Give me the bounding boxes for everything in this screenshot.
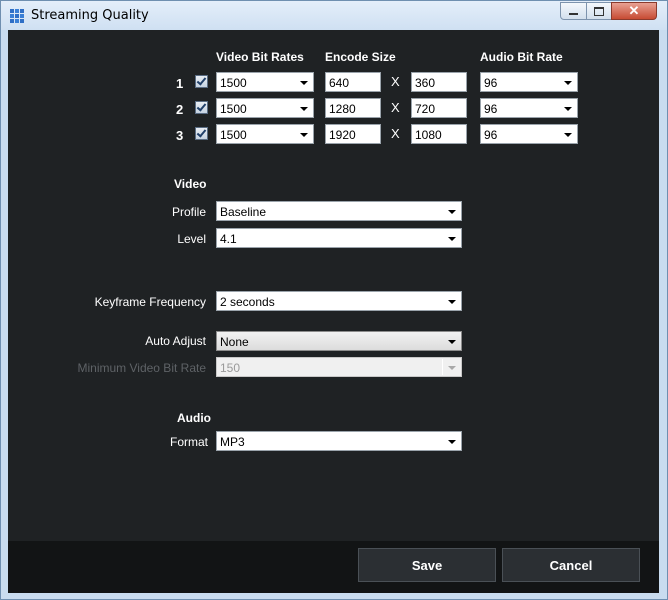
chevron-down-icon	[448, 210, 456, 214]
format-select[interactable]: MP3	[216, 431, 462, 451]
stream-1-height-input[interactable]: 360	[411, 72, 467, 92]
size-separator: X	[391, 74, 400, 89]
stream-2-enabled-checkbox[interactable]	[195, 101, 208, 114]
stream-1-video-bit-rate-select[interactable]: 1500	[216, 72, 314, 92]
format-label: Format	[169, 435, 208, 449]
maximize-icon	[594, 6, 604, 16]
stream-3-width-input[interactable]: 1920	[325, 124, 381, 144]
chevron-down-icon	[448, 366, 456, 370]
stream-3-height-input[interactable]: 1080	[411, 124, 467, 144]
min-video-bit-rate-label: Minimum Video Bit Rate	[77, 361, 207, 375]
close-icon: ✕	[628, 3, 640, 18]
chevron-down-icon	[300, 133, 308, 137]
chevron-down-icon	[564, 107, 572, 111]
minimize-icon	[569, 13, 578, 15]
stream-2-height-input[interactable]: 720	[411, 98, 467, 118]
chevron-down-icon	[448, 340, 456, 344]
profile-label: Profile	[171, 205, 206, 219]
stream-2-video-bit-rate-select[interactable]: 1500	[216, 98, 314, 118]
header-video-bit-rates: Video Bit Rates	[216, 50, 304, 64]
title-bar[interactable]: Streaming Quality ✕	[1, 1, 667, 30]
size-separator: X	[391, 126, 400, 141]
close-button[interactable]: ✕	[611, 2, 657, 20]
stream-3-number: 3	[176, 128, 184, 143]
stream-3-video-bit-rate-select[interactable]: 1500	[216, 124, 314, 144]
chevron-down-icon	[448, 300, 456, 304]
chevron-down-icon	[564, 133, 572, 137]
window-title: Streaming Quality	[31, 8, 149, 23]
stream-3-audio-bit-rate-select[interactable]: 96	[480, 124, 578, 144]
save-button[interactable]: Save	[358, 548, 496, 582]
auto-adjust-label: Auto Adjust	[145, 334, 206, 348]
level-select[interactable]: 4.1	[216, 228, 462, 248]
stream-2-number: 2	[176, 102, 184, 117]
min-video-bit-rate-select: 150	[216, 357, 462, 377]
keyframe-frequency-label: Keyframe Frequency	[94, 295, 206, 309]
chevron-down-icon	[448, 237, 456, 241]
chevron-down-icon	[300, 81, 308, 85]
stream-1-audio-bit-rate-select[interactable]: 96	[480, 72, 578, 92]
header-audio-bit-rate: Audio Bit Rate	[480, 50, 563, 64]
audio-section-label: Audio	[177, 411, 211, 425]
video-section-label: Video	[174, 177, 207, 191]
stream-2-width-input[interactable]: 1280	[325, 98, 381, 118]
profile-select[interactable]: Baseline	[216, 201, 462, 221]
keyframe-frequency-select[interactable]: 2 seconds	[216, 291, 462, 311]
chevron-down-icon	[564, 81, 572, 85]
stream-1-number: 1	[176, 76, 184, 91]
level-label: Level	[177, 232, 206, 246]
maximize-button[interactable]	[586, 2, 612, 20]
size-separator: X	[391, 100, 400, 115]
app-grid-icon	[9, 8, 25, 24]
stream-2-audio-bit-rate-select[interactable]: 96	[480, 98, 578, 118]
cancel-button[interactable]: Cancel	[502, 548, 640, 582]
auto-adjust-select[interactable]: None	[216, 331, 462, 351]
stream-3-enabled-checkbox[interactable]	[195, 127, 208, 140]
minimize-button[interactable]	[560, 2, 587, 20]
chevron-down-icon	[448, 440, 456, 444]
header-encode-size: Encode Size	[325, 50, 396, 64]
stream-1-width-input[interactable]: 640	[325, 72, 381, 92]
stream-1-enabled-checkbox[interactable]	[195, 75, 208, 88]
chevron-down-icon	[300, 107, 308, 111]
